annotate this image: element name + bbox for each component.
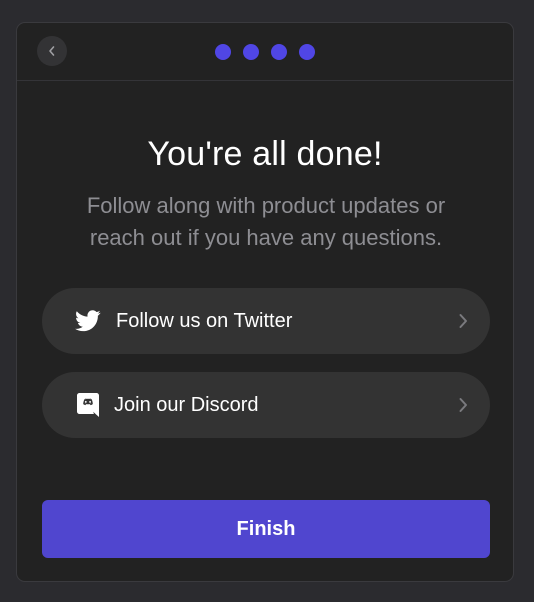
step-dot bbox=[243, 44, 259, 60]
onboarding-dialog: You're all done! Follow along with produ… bbox=[16, 22, 514, 582]
discord-icon bbox=[75, 393, 101, 417]
dialog-header bbox=[17, 23, 513, 81]
discord-link[interactable]: Join our Discord bbox=[42, 372, 490, 438]
twitter-link-label: Follow us on Twitter bbox=[116, 310, 293, 332]
twitter-icon bbox=[75, 309, 101, 333]
finish-button[interactable]: Finish bbox=[42, 500, 490, 558]
step-indicator bbox=[17, 44, 513, 60]
step-dot bbox=[299, 44, 315, 60]
step-dot bbox=[215, 44, 231, 60]
dialog-title: You're all done! bbox=[147, 135, 383, 173]
chevron-right-icon bbox=[456, 310, 470, 332]
twitter-link[interactable]: Follow us on Twitter bbox=[42, 288, 490, 354]
dialog-subtitle: Follow along with product updates or rea… bbox=[86, 193, 446, 250]
chevron-right-icon bbox=[456, 394, 470, 416]
discord-link-label: Join our Discord bbox=[114, 394, 259, 416]
step-dot bbox=[271, 44, 287, 60]
